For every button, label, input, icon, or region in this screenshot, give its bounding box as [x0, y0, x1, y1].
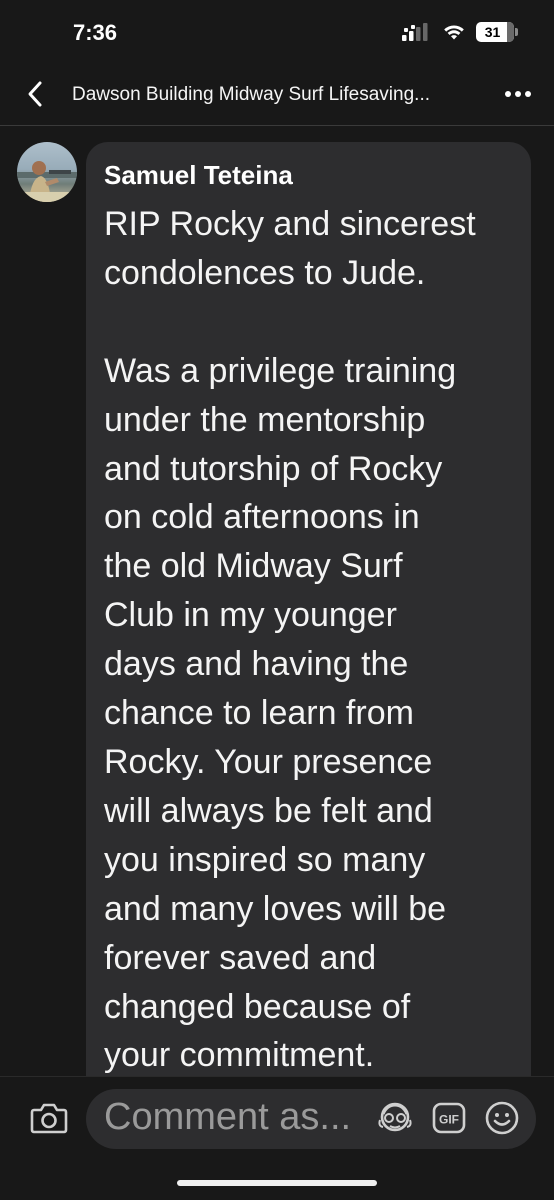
status-icons: 31	[402, 22, 518, 42]
avatar-photo	[17, 161, 77, 202]
battery-icon: 31	[476, 22, 518, 42]
comment-placeholder: Comment as...	[104, 1096, 352, 1138]
camera-icon[interactable]	[30, 1100, 68, 1136]
smiley-icon[interactable]	[484, 1100, 520, 1136]
status-time: 7:36	[73, 20, 118, 45]
cellular-signal-icon	[402, 23, 428, 41]
gif-button[interactable]: GIF	[431, 1100, 467, 1136]
avatar[interactable]	[17, 142, 77, 202]
chevron-left-icon	[28, 81, 42, 107]
gif-label: GIF	[439, 1113, 459, 1127]
status-bar: 7:36 31	[0, 0, 554, 64]
gif-icon: GIF	[432, 1102, 466, 1134]
comment-text: RIP Rocky and sincerest condolences to J…	[104, 205, 476, 1075]
page-title: Dawson Building Midway Surf Lifesaving..…	[72, 84, 431, 105]
post-header: Dawson Building Midway Surf Lifesaving..…	[0, 64, 554, 126]
home-indicator[interactable]	[177, 1180, 377, 1186]
wifi-icon	[444, 25, 464, 40]
more-options-button[interactable]	[502, 78, 534, 110]
more-horizontal-icon	[505, 91, 511, 97]
comment-author[interactable]: Samuel Teteina	[104, 160, 293, 191]
battery-level: 31	[484, 24, 501, 40]
avatar-sticker-icon[interactable]	[377, 1100, 413, 1136]
back-button[interactable]	[20, 78, 50, 110]
